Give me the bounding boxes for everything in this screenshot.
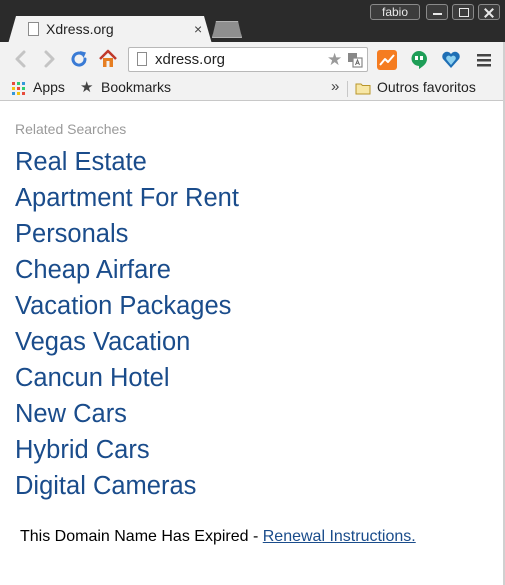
related-search-link[interactable]: Real Estate	[15, 148, 147, 176]
close-window-button[interactable]	[478, 4, 500, 20]
forward-arrow-icon[interactable]	[38, 48, 60, 70]
menu-icon[interactable]	[474, 50, 494, 70]
related-search-link[interactable]: Vacation Packages	[15, 292, 231, 320]
related-search-link[interactable]: Apartment For Rent	[15, 184, 239, 212]
reload-icon[interactable]	[68, 48, 90, 70]
window-titlebar: fabio Xdress.org ×	[0, 0, 505, 44]
related-search-link[interactable]: Vegas Vacation	[15, 328, 190, 356]
bookmark-other-folder[interactable]: Outros favoritos	[377, 79, 476, 95]
heart-extension-icon[interactable]	[441, 50, 461, 70]
list-item: Digital Cameras	[15, 468, 239, 504]
related-search-link[interactable]: Digital Cameras	[15, 472, 196, 500]
related-search-link[interactable]: Personals	[15, 220, 128, 248]
star-icon: ★	[80, 79, 94, 96]
page-icon	[137, 52, 147, 66]
renewal-instructions-link[interactable]: Renewal Instructions.	[263, 528, 416, 545]
related-search-link[interactable]: Cancun Hotel	[15, 364, 170, 392]
minimize-button[interactable]	[426, 4, 448, 20]
page-content: Related Searches Real Estate Apartment F…	[0, 102, 505, 585]
expired-notice-text: This Domain Name Has Expired -	[20, 528, 263, 545]
list-item: Apartment For Rent	[15, 180, 239, 216]
list-item: Vegas Vacation	[15, 324, 239, 360]
bookmark-bookmarks[interactable]: Bookmarks	[101, 79, 171, 95]
apps-grid-icon[interactable]	[12, 82, 25, 95]
star-icon[interactable]: ★	[327, 50, 342, 70]
related-searches-heading: Related Searches	[15, 121, 127, 137]
list-item: Cheap Airfare	[15, 252, 239, 288]
tab-title: Xdress.org	[46, 21, 114, 37]
related-search-link[interactable]: Hybrid Cars	[15, 436, 150, 464]
related-search-link[interactable]: Cheap Airfare	[15, 256, 171, 284]
bookmarks-overflow-button[interactable]: »	[331, 78, 339, 95]
translate-icon[interactable]	[347, 52, 363, 68]
hangouts-icon[interactable]	[409, 50, 429, 70]
bookmarks-divider	[347, 81, 348, 97]
related-searches-list: Real Estate Apartment For Rent Personals…	[15, 144, 239, 504]
new-tab-button[interactable]	[212, 21, 242, 38]
page-icon	[28, 22, 39, 36]
back-arrow-icon[interactable]	[10, 48, 32, 70]
address-bar[interactable]: xdress.org ★	[128, 47, 368, 72]
expired-notice: This Domain Name Has Expired - Renewal I…	[20, 528, 416, 546]
tab-xdress[interactable]: Xdress.org ×	[8, 16, 212, 44]
profile-button[interactable]: fabio	[370, 4, 420, 20]
address-bar-url[interactable]: xdress.org	[155, 51, 225, 68]
maximize-button[interactable]	[452, 4, 474, 20]
folder-icon	[355, 83, 371, 95]
list-item: New Cars	[15, 396, 239, 432]
browser-toolbar: xdress.org ★	[0, 42, 505, 77]
list-item: Hybrid Cars	[15, 432, 239, 468]
list-item: Vacation Packages	[15, 288, 239, 324]
analytics-extension-icon[interactable]	[377, 50, 397, 70]
bookmark-apps[interactable]: Apps	[33, 79, 65, 95]
list-item: Real Estate	[15, 144, 239, 180]
list-item: Personals	[15, 216, 239, 252]
bookmarks-bar: Apps ★ Bookmarks » Outros favoritos	[0, 77, 505, 101]
home-icon[interactable]	[97, 48, 119, 70]
tab-close-icon[interactable]: ×	[194, 21, 202, 37]
related-search-link[interactable]: New Cars	[15, 400, 127, 428]
list-item: Cancun Hotel	[15, 360, 239, 396]
